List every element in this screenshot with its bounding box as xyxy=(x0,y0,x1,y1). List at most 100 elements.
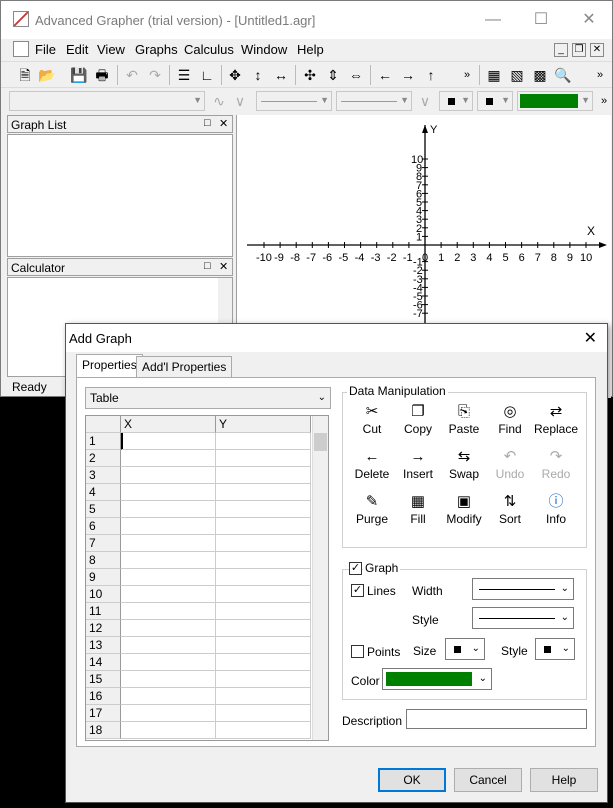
table-cell-y[interactable] xyxy=(216,705,311,722)
table-cell-x[interactable] xyxy=(121,535,216,552)
points-icon[interactable]: ∨ xyxy=(415,91,435,111)
lines-checkbox[interactable]: ✓ xyxy=(351,584,364,597)
row-header[interactable]: 11 xyxy=(86,603,121,620)
purge-button[interactable]: ✎ Purge xyxy=(349,492,395,534)
table-cell-y[interactable] xyxy=(216,603,311,620)
vertical-stretch-icon[interactable]: ↕ xyxy=(248,65,268,85)
axes-icon[interactable]: ∟ xyxy=(197,65,217,85)
table-cell-x[interactable] xyxy=(121,484,216,501)
ok-button[interactable]: OK xyxy=(378,768,446,792)
arrow-right-icon[interactable]: → xyxy=(398,65,418,85)
table-cell-y[interactable] xyxy=(216,586,311,603)
point-size-select[interactable]: ⌄ xyxy=(445,638,485,660)
menu-file[interactable]: File xyxy=(35,42,56,57)
menu-calculus[interactable]: Calculus xyxy=(184,42,234,57)
dialog-close-icon[interactable]: ✕ xyxy=(584,328,597,348)
table-cell-y[interactable] xyxy=(216,637,311,654)
info-button[interactable]: ⓘ Info xyxy=(533,492,579,534)
table-cell-x[interactable] xyxy=(121,501,216,518)
table-cell-x[interactable] xyxy=(121,518,216,535)
row-header[interactable]: 3 xyxy=(86,467,121,484)
line-width-select[interactable]: ⌄ xyxy=(472,578,574,600)
menu-window[interactable]: Window xyxy=(241,42,287,57)
delete-button[interactable]: ← Delete xyxy=(349,447,395,489)
row-header[interactable]: 2 xyxy=(86,450,121,467)
menu-graphs[interactable]: Graphs xyxy=(135,42,178,57)
row-header[interactable]: 5 xyxy=(86,501,121,518)
zoom-graph-icon[interactable]: 🔍 xyxy=(553,65,573,85)
find-button[interactable]: ◎ Find xyxy=(487,402,533,444)
column-header-x[interactable]: X xyxy=(121,416,216,433)
point-size-combo[interactable]: ▼ xyxy=(439,91,473,111)
open-icon[interactable]: 📂 xyxy=(37,65,57,85)
replace-button[interactable]: ⇄ Replace xyxy=(533,402,579,444)
table-cell-y[interactable] xyxy=(216,467,311,484)
table-cell-y[interactable] xyxy=(216,654,311,671)
tab-addl-properties[interactable]: Add'l Properties xyxy=(136,356,233,378)
table-cell-x[interactable] xyxy=(121,705,216,722)
row-header[interactable]: 12 xyxy=(86,620,121,637)
copy-button[interactable]: ❐ Copy xyxy=(395,402,441,444)
row-header[interactable]: 16 xyxy=(86,688,121,705)
line-width-combo[interactable]: ▼ xyxy=(256,91,332,111)
arrow-left-icon[interactable]: ← xyxy=(375,65,395,85)
graph-list-close-icon[interactable]: ✕ xyxy=(219,117,228,130)
title-bar[interactable]: Advanced Grapher (trial version) - [Unti… xyxy=(1,1,612,39)
row-header[interactable]: 18 xyxy=(86,722,121,739)
swap-button[interactable]: ⇆ Swap xyxy=(441,447,487,489)
data-table[interactable]: X Y 1 2 3 4 5 6 7 8 9 10 11 12 13 14 15 16 17 18 xyxy=(85,415,329,741)
close-button[interactable]: ✕ xyxy=(566,1,612,39)
table-cell-y[interactable] xyxy=(216,722,311,739)
row-header[interactable]: 13 xyxy=(86,637,121,654)
move-icon[interactable]: ✥ xyxy=(225,65,245,85)
table-cell-y[interactable] xyxy=(216,518,311,535)
table-cell-y[interactable] xyxy=(216,501,311,518)
table-cell-y[interactable] xyxy=(216,450,311,467)
graph-list-pane[interactable] xyxy=(7,134,233,257)
table-cell-x[interactable] xyxy=(121,569,216,586)
modify-button[interactable]: ▣ Modify xyxy=(441,492,487,534)
redo-icon[interactable]: ↷ xyxy=(145,65,165,85)
row-header[interactable]: 17 xyxy=(86,705,121,722)
column-header-y[interactable]: Y xyxy=(216,416,311,433)
table-cell-x[interactable] xyxy=(121,603,216,620)
arrow-up-icon[interactable]: ↑ xyxy=(421,65,441,85)
print-icon[interactable]: 🖶 xyxy=(92,65,112,85)
properties-icon[interactable]: ▦ xyxy=(484,65,504,85)
table-cell-x[interactable] xyxy=(121,671,216,688)
menu-help[interactable]: Help xyxy=(297,42,324,57)
description-input[interactable] xyxy=(406,709,587,729)
save-icon[interactable]: 💾 xyxy=(69,65,89,85)
calculator-close-icon[interactable]: ✕ xyxy=(219,260,228,273)
horizontal-stretch-icon[interactable]: ↔ xyxy=(271,65,291,85)
minimize-button[interactable]: — xyxy=(470,1,516,39)
row-header[interactable]: 6 xyxy=(86,518,121,535)
table-cell-x[interactable] xyxy=(121,433,216,450)
table-cell-x[interactable] xyxy=(121,654,216,671)
mdi-close-button[interactable]: ✕ xyxy=(590,43,604,57)
color-select[interactable]: ⌄ xyxy=(382,668,492,690)
scrollbar-thumb[interactable] xyxy=(314,433,327,451)
menu-edit[interactable]: Edit xyxy=(66,42,88,57)
paste-button[interactable]: ⎘ Paste xyxy=(441,402,487,444)
zoom-horizontal-icon[interactable]: ⇔ xyxy=(346,65,366,85)
table-icon[interactable]: ▩ xyxy=(530,65,550,85)
undo-icon[interactable]: ↶ xyxy=(122,65,142,85)
table-cell-y[interactable] xyxy=(216,671,311,688)
overflow-chevron-icon[interactable]: » xyxy=(594,91,613,111)
tab-properties[interactable]: Properties xyxy=(76,354,143,378)
row-header[interactable]: 15 xyxy=(86,671,121,688)
graph-list-restore-icon[interactable]: □ xyxy=(204,117,211,129)
row-header[interactable]: 7 xyxy=(86,535,121,552)
overflow-chevron-icon[interactable]: » xyxy=(457,65,477,85)
line-style-combo[interactable]: ▼ xyxy=(336,91,412,111)
table-cell-x[interactable] xyxy=(121,586,216,603)
insert-button[interactable]: → Insert xyxy=(395,447,441,489)
table-cell-x[interactable] xyxy=(121,620,216,637)
points-checkbox[interactable] xyxy=(351,645,364,658)
table-cell-y[interactable] xyxy=(216,569,311,586)
document-icon[interactable] xyxy=(13,41,29,57)
table-cell-x[interactable] xyxy=(121,637,216,654)
row-header[interactable]: 4 xyxy=(86,484,121,501)
row-header[interactable]: 1 xyxy=(86,433,121,450)
